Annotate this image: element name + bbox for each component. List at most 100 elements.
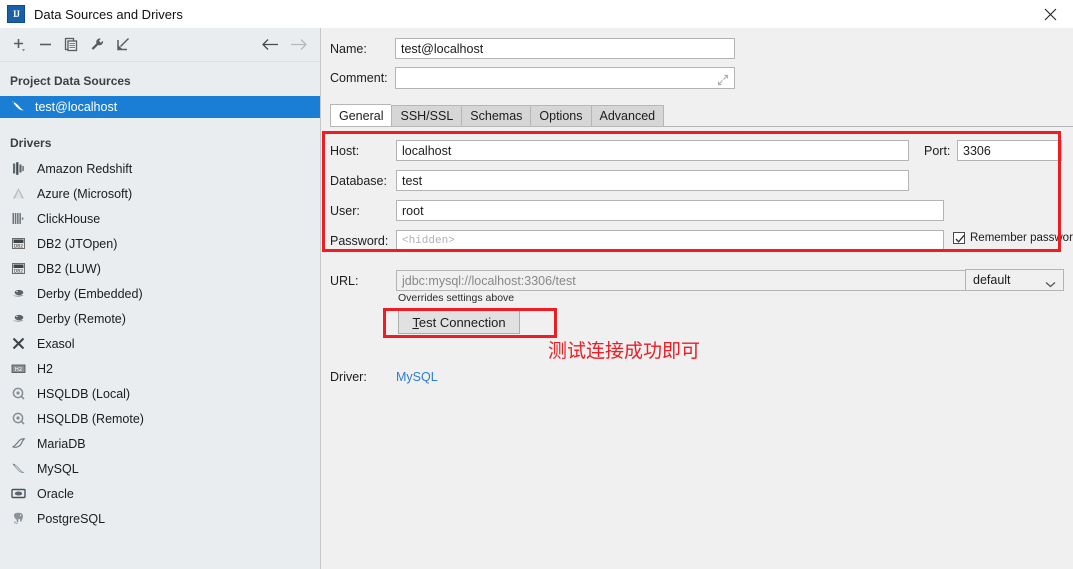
settings-tabs: General SSH/SSL Schemas Options Advanced bbox=[330, 104, 665, 127]
db2-icon: DB2 bbox=[10, 260, 27, 277]
drivers-list: Amazon Redshift Azure (Microsoft) ClickHou… bbox=[0, 156, 320, 531]
driver-item[interactable]: HSQLDB (Remote) bbox=[0, 406, 320, 431]
tab-general[interactable]: General bbox=[330, 104, 392, 127]
driver-item-label: Exasol bbox=[37, 336, 75, 351]
driver-item-label: HSQLDB (Local) bbox=[37, 386, 131, 401]
password-placeholder: <hidden> bbox=[402, 234, 455, 247]
oracle-icon bbox=[10, 485, 27, 502]
sidebar-toolbar bbox=[0, 28, 320, 62]
test-connection-label-rest: est Connection bbox=[418, 314, 506, 330]
test-connection-button[interactable]: Test Connection bbox=[398, 310, 520, 334]
name-input[interactable]: test@localhost bbox=[395, 38, 735, 59]
port-input[interactable]: 3306 bbox=[957, 140, 1062, 161]
user-input[interactable]: root bbox=[396, 200, 944, 221]
data-sources-dialog: IJ Data Sources and Drivers Project Data… bbox=[0, 0, 1073, 569]
driver-item[interactable]: Exasol bbox=[0, 331, 320, 356]
url-label: URL: bbox=[330, 273, 359, 288]
close-icon[interactable] bbox=[1027, 0, 1073, 28]
driver-item[interactable]: PostgreSQL bbox=[0, 506, 320, 531]
forward-button[interactable] bbox=[286, 33, 310, 55]
driver-item-label: Azure (Microsoft) bbox=[37, 186, 133, 201]
window-titlebar: IJ Data Sources and Drivers bbox=[0, 0, 1073, 29]
database-label: Database: bbox=[330, 173, 387, 188]
driver-item-label: Derby (Remote) bbox=[37, 311, 126, 326]
driver-item[interactable]: Amazon Redshift bbox=[0, 156, 320, 181]
remember-password-checkbox[interactable]: Remember password bbox=[953, 232, 1073, 244]
url-hint: Overrides settings above bbox=[398, 292, 515, 304]
svg-text:DB2: DB2 bbox=[14, 244, 23, 250]
sidebar-item-test-localhost[interactable]: test@localhost bbox=[0, 96, 320, 118]
mysql-dolphin-icon bbox=[10, 98, 26, 117]
hsqldb-icon bbox=[10, 385, 27, 402]
url-input[interactable]: jdbc:mysql://localhost:3306/test bbox=[396, 270, 980, 291]
derby-icon bbox=[10, 285, 27, 302]
name-label: Name: bbox=[330, 41, 367, 56]
derby-icon bbox=[10, 310, 27, 327]
checkbox-box bbox=[953, 232, 965, 244]
port-row: Port: 3306 bbox=[924, 140, 1062, 161]
redshift-icon bbox=[10, 160, 27, 177]
tab-underline bbox=[330, 126, 1073, 127]
expand-icon[interactable] bbox=[717, 74, 729, 89]
driver-item[interactable]: Derby (Embedded) bbox=[0, 281, 320, 306]
driver-item-label: Amazon Redshift bbox=[37, 161, 133, 176]
driver-item[interactable]: DB2 DB2 (LUW) bbox=[0, 256, 320, 281]
url-mode-value: default bbox=[973, 273, 1011, 287]
driver-item-label: MariaDB bbox=[37, 436, 86, 451]
driver-item[interactable]: Oracle bbox=[0, 481, 320, 506]
driver-item-label: PostgreSQL bbox=[37, 511, 106, 526]
wrench-icon[interactable] bbox=[84, 33, 110, 57]
driver-label: Driver: bbox=[330, 370, 367, 384]
url-mode-select[interactable]: default bbox=[965, 269, 1064, 291]
url-row: URL: jdbc:mysql://localhost:3306/test bbox=[330, 270, 980, 291]
driver-item[interactable]: Derby (Remote) bbox=[0, 306, 320, 331]
add-button[interactable] bbox=[6, 33, 32, 57]
window-title: Data Sources and Drivers bbox=[34, 6, 183, 22]
password-label: Password: bbox=[330, 233, 389, 248]
tab-ssh-ssl[interactable]: SSH/SSL bbox=[391, 105, 462, 127]
driver-item[interactable]: ClickHouse bbox=[0, 206, 320, 231]
host-label: Host: bbox=[330, 143, 360, 158]
driver-item-label: ClickHouse bbox=[37, 211, 101, 226]
hsqldb-icon bbox=[10, 410, 27, 427]
driver-item-label: DB2 (JTOpen) bbox=[37, 236, 118, 251]
copy-icon[interactable] bbox=[58, 33, 84, 57]
tab-advanced[interactable]: Advanced bbox=[590, 105, 665, 127]
driver-link[interactable]: MySQL bbox=[396, 370, 438, 384]
driver-item[interactable]: H2 H2 bbox=[0, 356, 320, 381]
tab-options[interactable]: Options bbox=[530, 105, 591, 127]
host-input[interactable]: localhost bbox=[396, 140, 909, 161]
password-input[interactable]: <hidden> bbox=[396, 230, 944, 251]
svg-text:H2: H2 bbox=[15, 367, 22, 373]
driver-item[interactable]: DB2 DB2 (JTOpen) bbox=[0, 231, 320, 256]
back-button[interactable] bbox=[258, 33, 282, 55]
database-row: Database: test bbox=[330, 170, 909, 191]
intellij-idea-icon: IJ bbox=[7, 5, 25, 23]
driver-item-label: DB2 (LUW) bbox=[37, 261, 101, 276]
driver-item[interactable]: HSQLDB (Local) bbox=[0, 381, 320, 406]
svg-text:DB2: DB2 bbox=[14, 269, 23, 275]
name-row: Name: test@localhost bbox=[330, 38, 735, 59]
driver-item-label: H2 bbox=[37, 361, 53, 376]
import-arrow-icon[interactable] bbox=[110, 33, 136, 57]
driver-item-label: HSQLDB (Remote) bbox=[37, 411, 144, 426]
postgresql-elephant-icon bbox=[10, 510, 27, 527]
tab-schemas[interactable]: Schemas bbox=[461, 105, 531, 127]
h2-icon: H2 bbox=[10, 360, 27, 377]
comment-label: Comment: bbox=[330, 71, 388, 85]
database-input[interactable]: test bbox=[396, 170, 909, 191]
sidebar-item-label: test@localhost bbox=[35, 100, 118, 114]
driver-item-label: Derby (Embedded) bbox=[37, 286, 143, 301]
password-row: Password: <hidden> bbox=[330, 230, 944, 251]
drivers-header: Drivers bbox=[10, 136, 52, 150]
driver-item-label: Oracle bbox=[37, 486, 74, 501]
user-label: User: bbox=[330, 203, 360, 218]
driver-item[interactable]: MySQL bbox=[0, 456, 320, 481]
comment-input[interactable] bbox=[395, 67, 735, 89]
db2-icon: DB2 bbox=[10, 235, 27, 252]
clickhouse-icon bbox=[10, 210, 27, 227]
driver-item[interactable]: Azure (Microsoft) bbox=[0, 181, 320, 206]
driver-item[interactable]: MariaDB bbox=[0, 431, 320, 456]
remember-password-label: Remember password bbox=[970, 232, 1073, 244]
remove-button[interactable] bbox=[32, 33, 58, 57]
